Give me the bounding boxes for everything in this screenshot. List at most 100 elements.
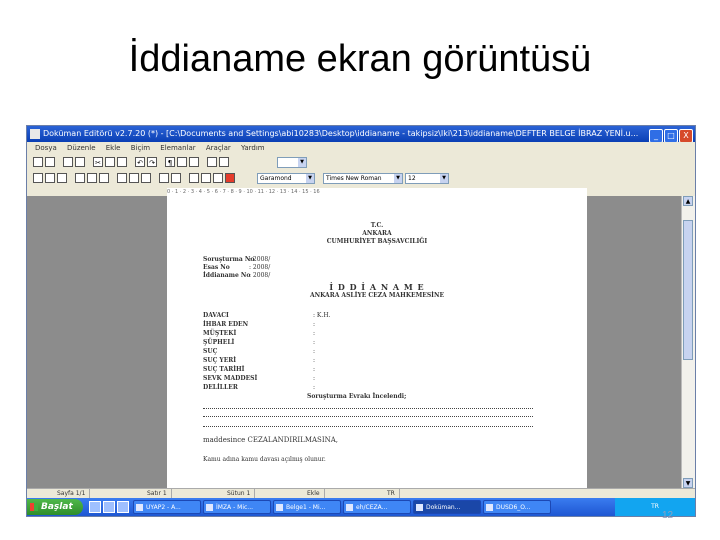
save-icon[interactable] bbox=[63, 157, 73, 167]
align-right-icon[interactable] bbox=[99, 173, 109, 183]
scroll-thumb[interactable] bbox=[683, 220, 693, 360]
field-value: : bbox=[313, 339, 316, 346]
window-titlebar[interactable]: Doküman Editörü v2.7.20 (*) - [C:\Docume… bbox=[27, 126, 695, 142]
field-label: DELİLLER bbox=[203, 384, 238, 391]
meta-label: Esas No bbox=[203, 264, 230, 271]
taskbar-item[interactable]: eh/CEZA... bbox=[343, 500, 411, 514]
meta-value: : 2008/ bbox=[249, 272, 271, 279]
zoom-icon[interactable] bbox=[207, 157, 217, 167]
font-size-select[interactable]: 12 ▼ bbox=[405, 173, 449, 184]
menu-edit[interactable]: Düzenle bbox=[67, 144, 96, 152]
menu-help[interactable]: Yardım bbox=[241, 144, 265, 152]
font-style-select[interactable]: Times New Roman ▼ bbox=[323, 173, 403, 184]
quicklaunch-icon[interactable] bbox=[103, 501, 115, 513]
vertical-scrollbar[interactable]: ▲ ▼ bbox=[681, 196, 695, 488]
find-icon[interactable] bbox=[219, 157, 229, 167]
font-family-select[interactable]: Garamond ▼ bbox=[257, 173, 315, 184]
close-button[interactable]: X bbox=[679, 129, 693, 142]
minimize-button[interactable]: _ bbox=[649, 129, 663, 142]
field-value: : K.H. bbox=[313, 312, 331, 319]
paste-icon[interactable] bbox=[117, 157, 127, 167]
editor-screenshot: Doküman Editörü v2.7.20 (*) - [C:\Docume… bbox=[26, 125, 696, 517]
scroll-down-icon[interactable]: ▼ bbox=[683, 478, 693, 488]
align-left-icon[interactable] bbox=[75, 173, 85, 183]
taskbar-item[interactable]: İMZA - Mic... bbox=[203, 500, 271, 514]
dotted-line bbox=[203, 407, 533, 409]
print-icon[interactable] bbox=[75, 157, 85, 167]
new-icon[interactable] bbox=[33, 157, 43, 167]
image-icon[interactable] bbox=[189, 157, 199, 167]
highlight-icon[interactable] bbox=[201, 173, 211, 183]
redo-icon[interactable]: ↷ bbox=[147, 157, 157, 167]
format-toolbar: Garamond ▼ Times New Roman ▼ 12 ▼ bbox=[27, 170, 695, 186]
field-label: SUÇ TARİHİ bbox=[203, 366, 245, 373]
border-icon[interactable] bbox=[189, 173, 199, 183]
penalty-line: maddesince CEZALANDIRILMASINA, bbox=[203, 436, 339, 444]
bullet-list-icon[interactable] bbox=[129, 173, 139, 183]
field-value: : bbox=[313, 348, 316, 355]
scroll-up-icon[interactable]: ▲ bbox=[683, 196, 693, 206]
menu-tools[interactable]: Araçlar bbox=[206, 144, 231, 152]
menu-elements[interactable]: Elemanlar bbox=[160, 144, 195, 152]
dotted-line bbox=[203, 415, 533, 417]
closing-line: Kamu adına kamu davası açılmış olunur. bbox=[203, 456, 326, 463]
taskbar-item[interactable]: UYAP2 - A... bbox=[133, 500, 201, 514]
field-label: SEVK MADDESİ bbox=[203, 375, 258, 382]
maximize-button[interactable]: □ bbox=[664, 129, 678, 142]
windows-flag-icon bbox=[30, 503, 38, 511]
doc-header-city: ANKARA bbox=[362, 230, 392, 237]
field-label: ŞÜPHELİ bbox=[203, 339, 235, 346]
field-value: : bbox=[313, 375, 316, 382]
italic-icon[interactable] bbox=[45, 173, 55, 183]
zoom-select[interactable]: ▼ bbox=[277, 157, 307, 168]
field-label: DAVACI bbox=[203, 312, 229, 319]
font-family-value: Garamond bbox=[260, 175, 292, 182]
document-area: T.C. ANKARA CUMHURİYET BAŞSAVCILIĞI Soru… bbox=[27, 196, 681, 488]
system-tray[interactable]: TR bbox=[615, 498, 695, 516]
record-icon[interactable] bbox=[225, 173, 235, 183]
meta-value: : 2008/ bbox=[249, 264, 271, 271]
taskbar-item[interactable]: DUSD6_O... bbox=[483, 500, 551, 514]
doc-court: ANKARA ASLİYE CEZA MAHKEMESİNE bbox=[309, 292, 445, 299]
standard-toolbar: ✂ ↶ ↷ ¶ ▼ bbox=[27, 154, 695, 170]
table-icon[interactable] bbox=[177, 157, 187, 167]
font-size-value: 12 bbox=[408, 175, 416, 182]
meta-label: İddianame No bbox=[203, 272, 251, 279]
menu-insert[interactable]: Ekle bbox=[106, 144, 121, 152]
menu-format[interactable]: Biçim bbox=[131, 144, 150, 152]
copy-icon[interactable] bbox=[105, 157, 115, 167]
menu-bar: Dosya Düzenle Ekle Biçim Elemanlar Araçl… bbox=[27, 142, 695, 154]
quicklaunch-icon[interactable] bbox=[117, 501, 129, 513]
quicklaunch-icon[interactable] bbox=[89, 501, 101, 513]
field-label: İHBAR EDEN bbox=[203, 321, 249, 328]
bold-icon[interactable] bbox=[33, 173, 43, 183]
chevron-down-icon: ▼ bbox=[298, 158, 306, 167]
undo-icon[interactable]: ↶ bbox=[135, 157, 145, 167]
font-style-value: Times New Roman bbox=[326, 175, 382, 182]
taskbar-item[interactable]: Belge1 - Mi... bbox=[273, 500, 341, 514]
underline-icon[interactable] bbox=[57, 173, 67, 183]
field-value: : bbox=[313, 330, 316, 337]
font-color-icon[interactable] bbox=[213, 173, 223, 183]
start-button[interactable]: Başlat bbox=[27, 499, 83, 515]
taskbar: Başlat UYAP2 - A... İMZA - Mic... Belge1… bbox=[27, 498, 695, 516]
paragraph-icon[interactable]: ¶ bbox=[165, 157, 175, 167]
chevron-down-icon: ▼ bbox=[440, 174, 448, 183]
align-center-icon[interactable] bbox=[87, 173, 97, 183]
field-value: : bbox=[313, 357, 316, 364]
numbered-list-icon[interactable] bbox=[141, 173, 151, 183]
outdent-icon[interactable] bbox=[171, 173, 181, 183]
cut-icon[interactable]: ✂ bbox=[93, 157, 103, 167]
investigation-line: Soruşturma Evrakı İncelendi; bbox=[307, 393, 407, 400]
meta-value: : 2008/ bbox=[249, 256, 271, 263]
indent-icon[interactable] bbox=[159, 173, 169, 183]
field-value: : bbox=[313, 366, 316, 373]
open-icon[interactable] bbox=[45, 157, 55, 167]
menu-file[interactable]: Dosya bbox=[35, 144, 57, 152]
doc-header-tc: T.C. bbox=[370, 222, 384, 229]
document-page[interactable]: T.C. ANKARA CUMHURİYET BAŞSAVCILIĞI Soru… bbox=[167, 196, 587, 488]
slide-number: 12 bbox=[662, 510, 674, 521]
doc-title: İ D D İ A N A M E bbox=[329, 282, 425, 292]
taskbar-item-active[interactable]: Doküman... bbox=[413, 500, 481, 514]
justify-icon[interactable] bbox=[117, 173, 127, 183]
